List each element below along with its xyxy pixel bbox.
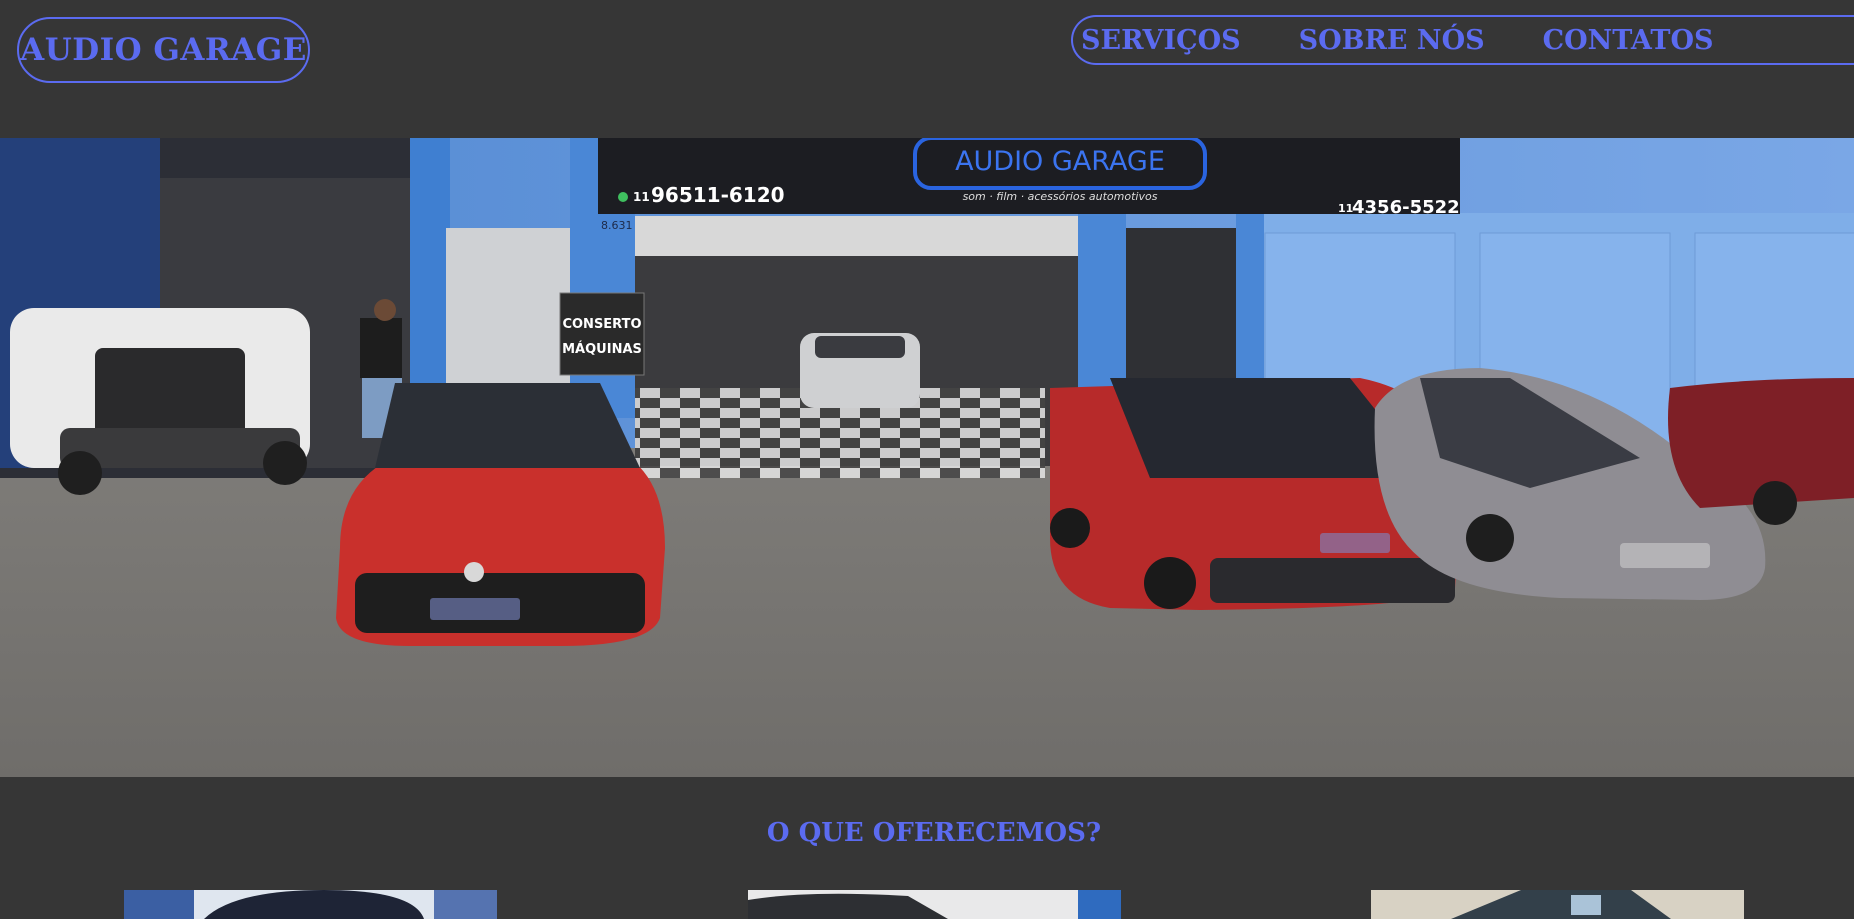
service-card-2[interactable] [748, 890, 1121, 919]
board-line1: CONSERTO [562, 317, 641, 332]
offer-section-title: O QUE OFERECEMOS? [766, 818, 1102, 848]
service-card-3[interactable] [1371, 890, 1744, 919]
site-header: AUDIO GARAGE SERVIÇOS SOBRE NÓS CONTATOS [0, 0, 1854, 138]
service-card-1[interactable] [124, 890, 497, 919]
sign-phone-right: 4356-5522 [1352, 197, 1460, 218]
sign-tagline: som · film · acessórios automotivos [963, 190, 1158, 203]
hero-storefront-image: AUDIO GARAGE som · film · acessórios aut… [0, 138, 1854, 777]
nav-item-contatos[interactable]: CONTATOS [1543, 25, 1714, 56]
street-number: 8.631 [601, 219, 633, 232]
main-nav: SERVIÇOS SOBRE NÓS CONTATOS [1071, 15, 1854, 65]
nav-item-sobre-nos[interactable]: SOBRE NÓS [1299, 25, 1485, 56]
site-logo[interactable]: AUDIO GARAGE [17, 17, 310, 83]
nav-item-servicos[interactable]: SERVIÇOS [1081, 25, 1241, 56]
sign-phone-left-prefix: 11 [633, 190, 650, 204]
board-line2: MÁQUINAS [562, 341, 642, 357]
sign-phone-left: 96511-6120 [651, 183, 785, 207]
sign-brand: AUDIO GARAGE [955, 146, 1165, 177]
